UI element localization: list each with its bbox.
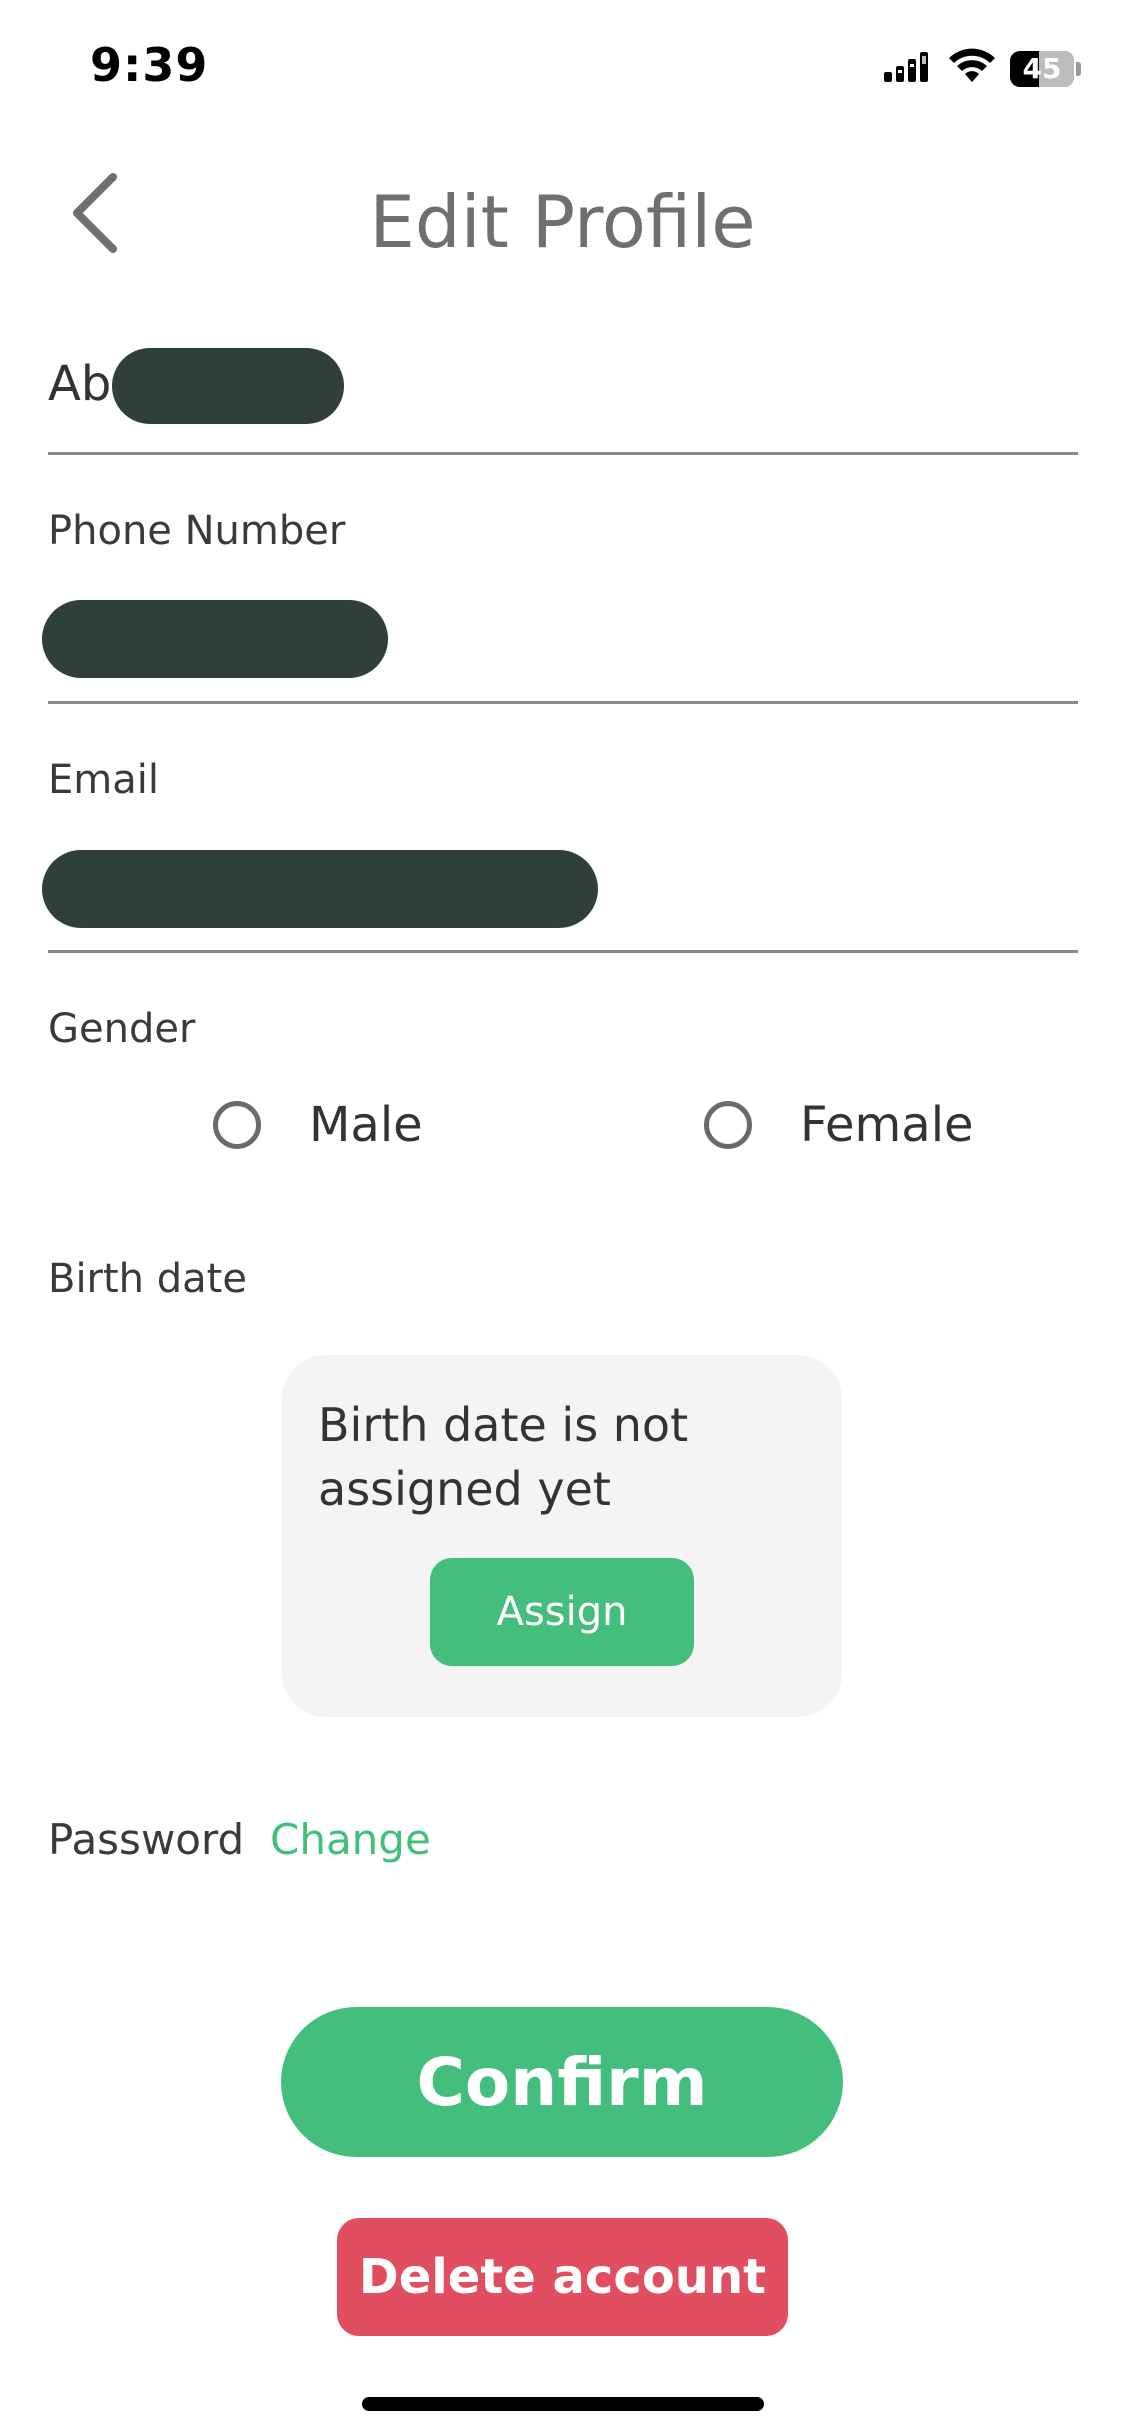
radio-button-male[interactable] <box>213 1101 261 1149</box>
page-title: Edit Profile <box>369 180 756 264</box>
name-underline <box>48 452 1078 455</box>
phone-input[interactable] <box>48 580 1078 700</box>
gender-option-label: Male <box>309 1097 423 1153</box>
battery-icon: 45 <box>1010 50 1081 87</box>
wifi-icon <box>948 48 996 89</box>
email-label: Email <box>48 757 159 803</box>
phone-label: Phone Number <box>48 508 346 554</box>
delete-account-button[interactable]: Delete account <box>337 2218 788 2336</box>
change-password-link[interactable]: Change <box>270 1815 431 1864</box>
phone-underline <box>48 701 1078 704</box>
birth-date-message: Birth date is not assigned yet <box>318 1398 689 1516</box>
email-underline <box>48 950 1078 953</box>
home-indicator[interactable] <box>362 2397 764 2411</box>
confirm-button[interactable]: Confirm <box>281 2007 843 2157</box>
email-input[interactable] <box>48 830 1078 950</box>
battery-level-text: 45 <box>1022 52 1062 85</box>
assign-button[interactable]: Assign <box>430 1558 694 1666</box>
gender-option-label: Female <box>800 1097 974 1153</box>
signal-icon <box>884 50 934 87</box>
gender-option-male[interactable]: Male <box>213 1097 423 1153</box>
radio-button-female[interactable] <box>704 1101 752 1149</box>
gender-option-female[interactable]: Female <box>704 1097 974 1153</box>
birth-date-label: Birth date <box>48 1256 247 1302</box>
gender-label: Gender <box>48 1006 196 1052</box>
password-label: Password <box>48 1815 245 1864</box>
status-icons: 45 <box>884 48 1081 89</box>
name-input[interactable] <box>48 330 1078 450</box>
status-time: 9:39 <box>90 38 209 92</box>
